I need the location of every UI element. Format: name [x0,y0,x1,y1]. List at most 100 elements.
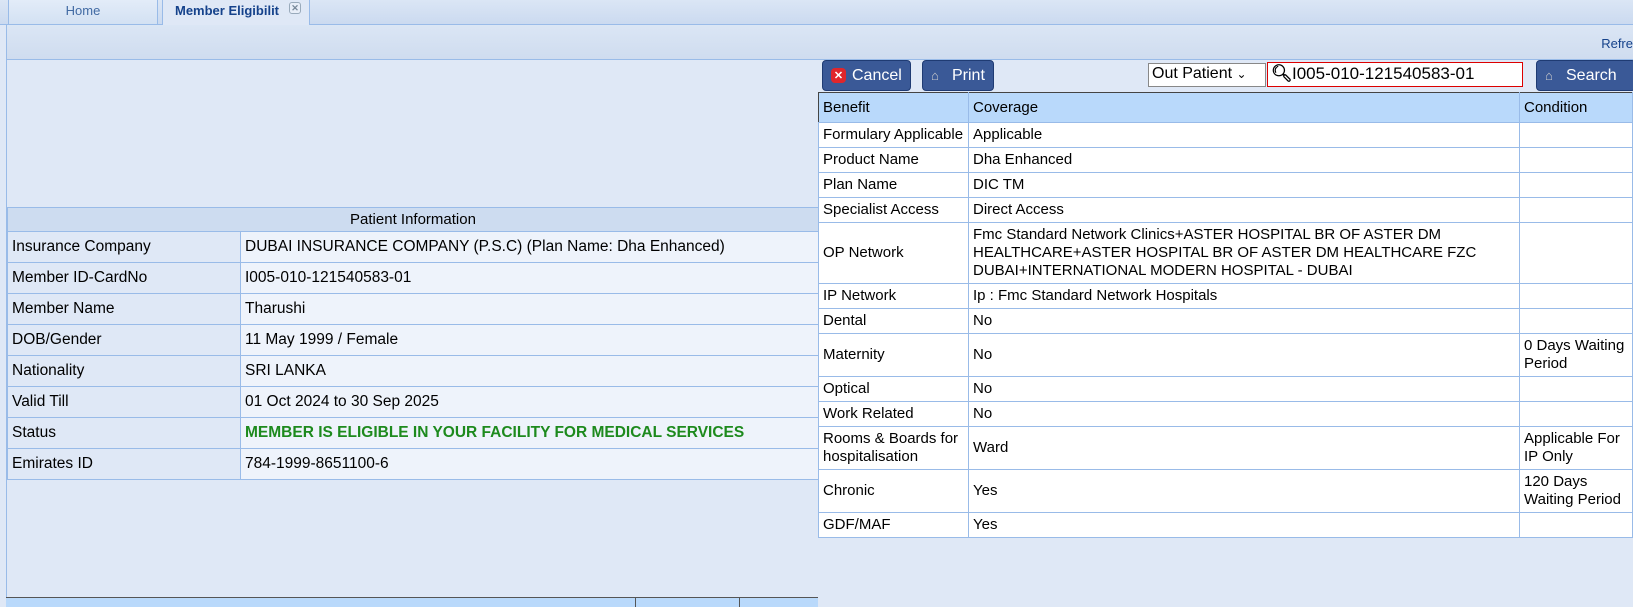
field-value: MEMBER IS ELIGIBLE IN YOUR FACILITY FOR … [240,417,819,449]
benefit-row: Formulary Applicable Applicable [818,122,1633,148]
field-label: Insurance Company [7,231,241,263]
benefit-condition: 0 Days Waiting Period [1519,333,1633,377]
patient-info-row: Insurance Company DUBAI INSURANCE COMPANY… [7,231,819,263]
field-value: 11 May 1999 / Female [240,324,819,356]
field-value: 784-1999-8651100-6 [240,448,819,480]
patient-info-row: Emirates ID 784-1999-8651100-6 [7,448,819,480]
field-value: DUBAI INSURANCE COMPANY (P.S.C) (Plan Na… [240,231,819,263]
cancel-label: Cancel [852,66,902,84]
benefit-coverage: Dha Enhanced [968,147,1520,173]
tab-active-label: Member Eligibilit [175,3,280,18]
benefit-name: Work Related [818,401,969,427]
benefit-coverage: Applicable [968,122,1520,148]
benefit-row: Plan Name DIC TM [818,172,1633,198]
benefit-coverage: Direct Access [968,197,1520,223]
benefit-row: Work Related No [818,401,1633,427]
benefit-row: Optical No [818,376,1633,402]
benefits-panel: ✕ Cancel ⌂ Print Out Patient ⌄ 🔍︎ I005-010-… [818,60,1633,605]
benefit-name: OP Network [818,222,969,284]
header-coverage: Coverage [968,92,1520,123]
tab-home-label: Home [65,3,101,18]
patient-info-row: Status MEMBER IS ELIGIBLE IN YOUR FACILIT… [7,417,819,449]
benefit-coverage: Yes [968,512,1520,538]
benefit-condition [1519,283,1633,309]
benefit-name: Dental [818,308,969,334]
benefit-name: Product Name [818,147,969,173]
field-value: SRI LANKA [240,355,819,387]
tab-home[interactable]: Home [8,0,158,25]
benefit-condition [1519,122,1633,148]
patient-info-title: Patient Information [7,207,819,232]
field-label: Nationality [7,355,241,387]
benefit-name: Formulary Applicable [818,122,969,148]
field-label: Emirates ID [7,448,241,480]
field-label: Status [7,417,241,449]
field-label: Member ID-CardNo [7,262,241,294]
patient-panel: Patient Information Insurance Company DUB… [6,60,819,605]
benefit-name: Plan Name [818,172,969,198]
benefit-coverage: No [968,376,1520,402]
header-condition: Condition [1519,92,1633,123]
search-label: Search [1566,66,1617,84]
tab-bar: Home Member Eligibilit ✕ [0,0,1633,26]
field-value: I005-010-121540583-01 [240,262,819,294]
benefit-row: Product Name Dha Enhanced [818,147,1633,173]
benefit-condition [1519,401,1633,427]
refresh-link[interactable]: Refre [1601,36,1633,51]
search-icon: 🔍︎ [1271,64,1293,83]
benefit-coverage: No [968,333,1520,377]
benefits-table: Benefit Coverage Condition Formulary App… [818,92,1633,538]
benefit-condition [1519,147,1633,173]
benefit-name: Specialist Access [818,197,969,223]
benefit-condition [1519,512,1633,538]
benefit-condition [1519,376,1633,402]
benefit-condition: 120 Days Waiting Period [1519,469,1633,513]
bottom-table-header [6,597,818,607]
benefit-row: Dental No [818,308,1633,334]
benefit-condition [1519,222,1633,284]
print-label: Print [952,66,985,84]
cancel-button[interactable]: ✕ Cancel [822,60,911,91]
benefit-row: Specialist Access Direct Access [818,197,1633,223]
field-label: DOB/Gender [7,324,241,356]
benefit-name: Maternity [818,333,969,377]
benefit-coverage: Yes [968,469,1520,513]
benefit-row: Chronic Yes 120 Days Waiting Period [818,469,1633,513]
binoculars-icon: ⌂ [931,68,939,83]
benefit-coverage: Fmc Standard Network Clinics+ASTER HOSPI… [968,222,1520,284]
benefit-coverage: Ip : Fmc Standard Network Hospitals [968,283,1520,309]
benefit-condition [1519,308,1633,334]
member-search-input[interactable]: 🔍︎ I005-010-121540583-01 [1267,62,1523,87]
close-tab-icon[interactable]: ✕ [289,2,301,14]
benefit-coverage: No [968,401,1520,427]
benefit-coverage: DIC TM [968,172,1520,198]
benefit-row: Maternity No 0 Days Waiting Period [818,333,1633,377]
search-button[interactable]: ⌂ Search [1536,60,1633,91]
benefit-row: Rooms & Boards for hospitalisation Ward Ap… [818,426,1633,470]
patient-info-row: Member ID-CardNo I005-010-121540583-01 [7,262,819,294]
field-label: Member Name [7,293,241,325]
toolbar: Refre [6,25,1633,60]
benefit-row: GDF/MAF Yes [818,512,1633,538]
field-value: Tharushi [240,293,819,325]
benefit-row: IP Network Ip : Fmc Standard Network Hosp… [818,283,1633,309]
print-button[interactable]: ⌂ Print [922,60,994,91]
tab-member-eligibility[interactable]: Member Eligibilit ✕ [162,0,310,26]
benefit-name: Optical [818,376,969,402]
search-value: I005-010-121540583-01 [1292,64,1475,83]
patient-info-row: DOB/Gender 11 May 1999 / Female [7,324,819,356]
benefit-condition: Applicable For IP Only [1519,426,1633,470]
benefit-condition [1519,197,1633,223]
benefit-name: GDF/MAF [818,512,969,538]
benefit-coverage: Ward [968,426,1520,470]
patient-type-select[interactable]: Out Patient ⌄ [1148,63,1266,87]
patient-info-row: Member Name Tharushi [7,293,819,325]
header-benefit: Benefit [818,92,969,123]
patient-info-row: Valid Till 01 Oct 2024 to 30 Sep 2025 [7,386,819,418]
binoculars-icon: ⌂ [1545,68,1553,83]
benefit-condition [1519,172,1633,198]
benefit-coverage: No [968,308,1520,334]
chevron-down-icon: ⌄ [1236,67,1247,81]
cancel-icon: ✕ [831,68,846,83]
field-value: 01 Oct 2024 to 30 Sep 2025 [240,386,819,418]
